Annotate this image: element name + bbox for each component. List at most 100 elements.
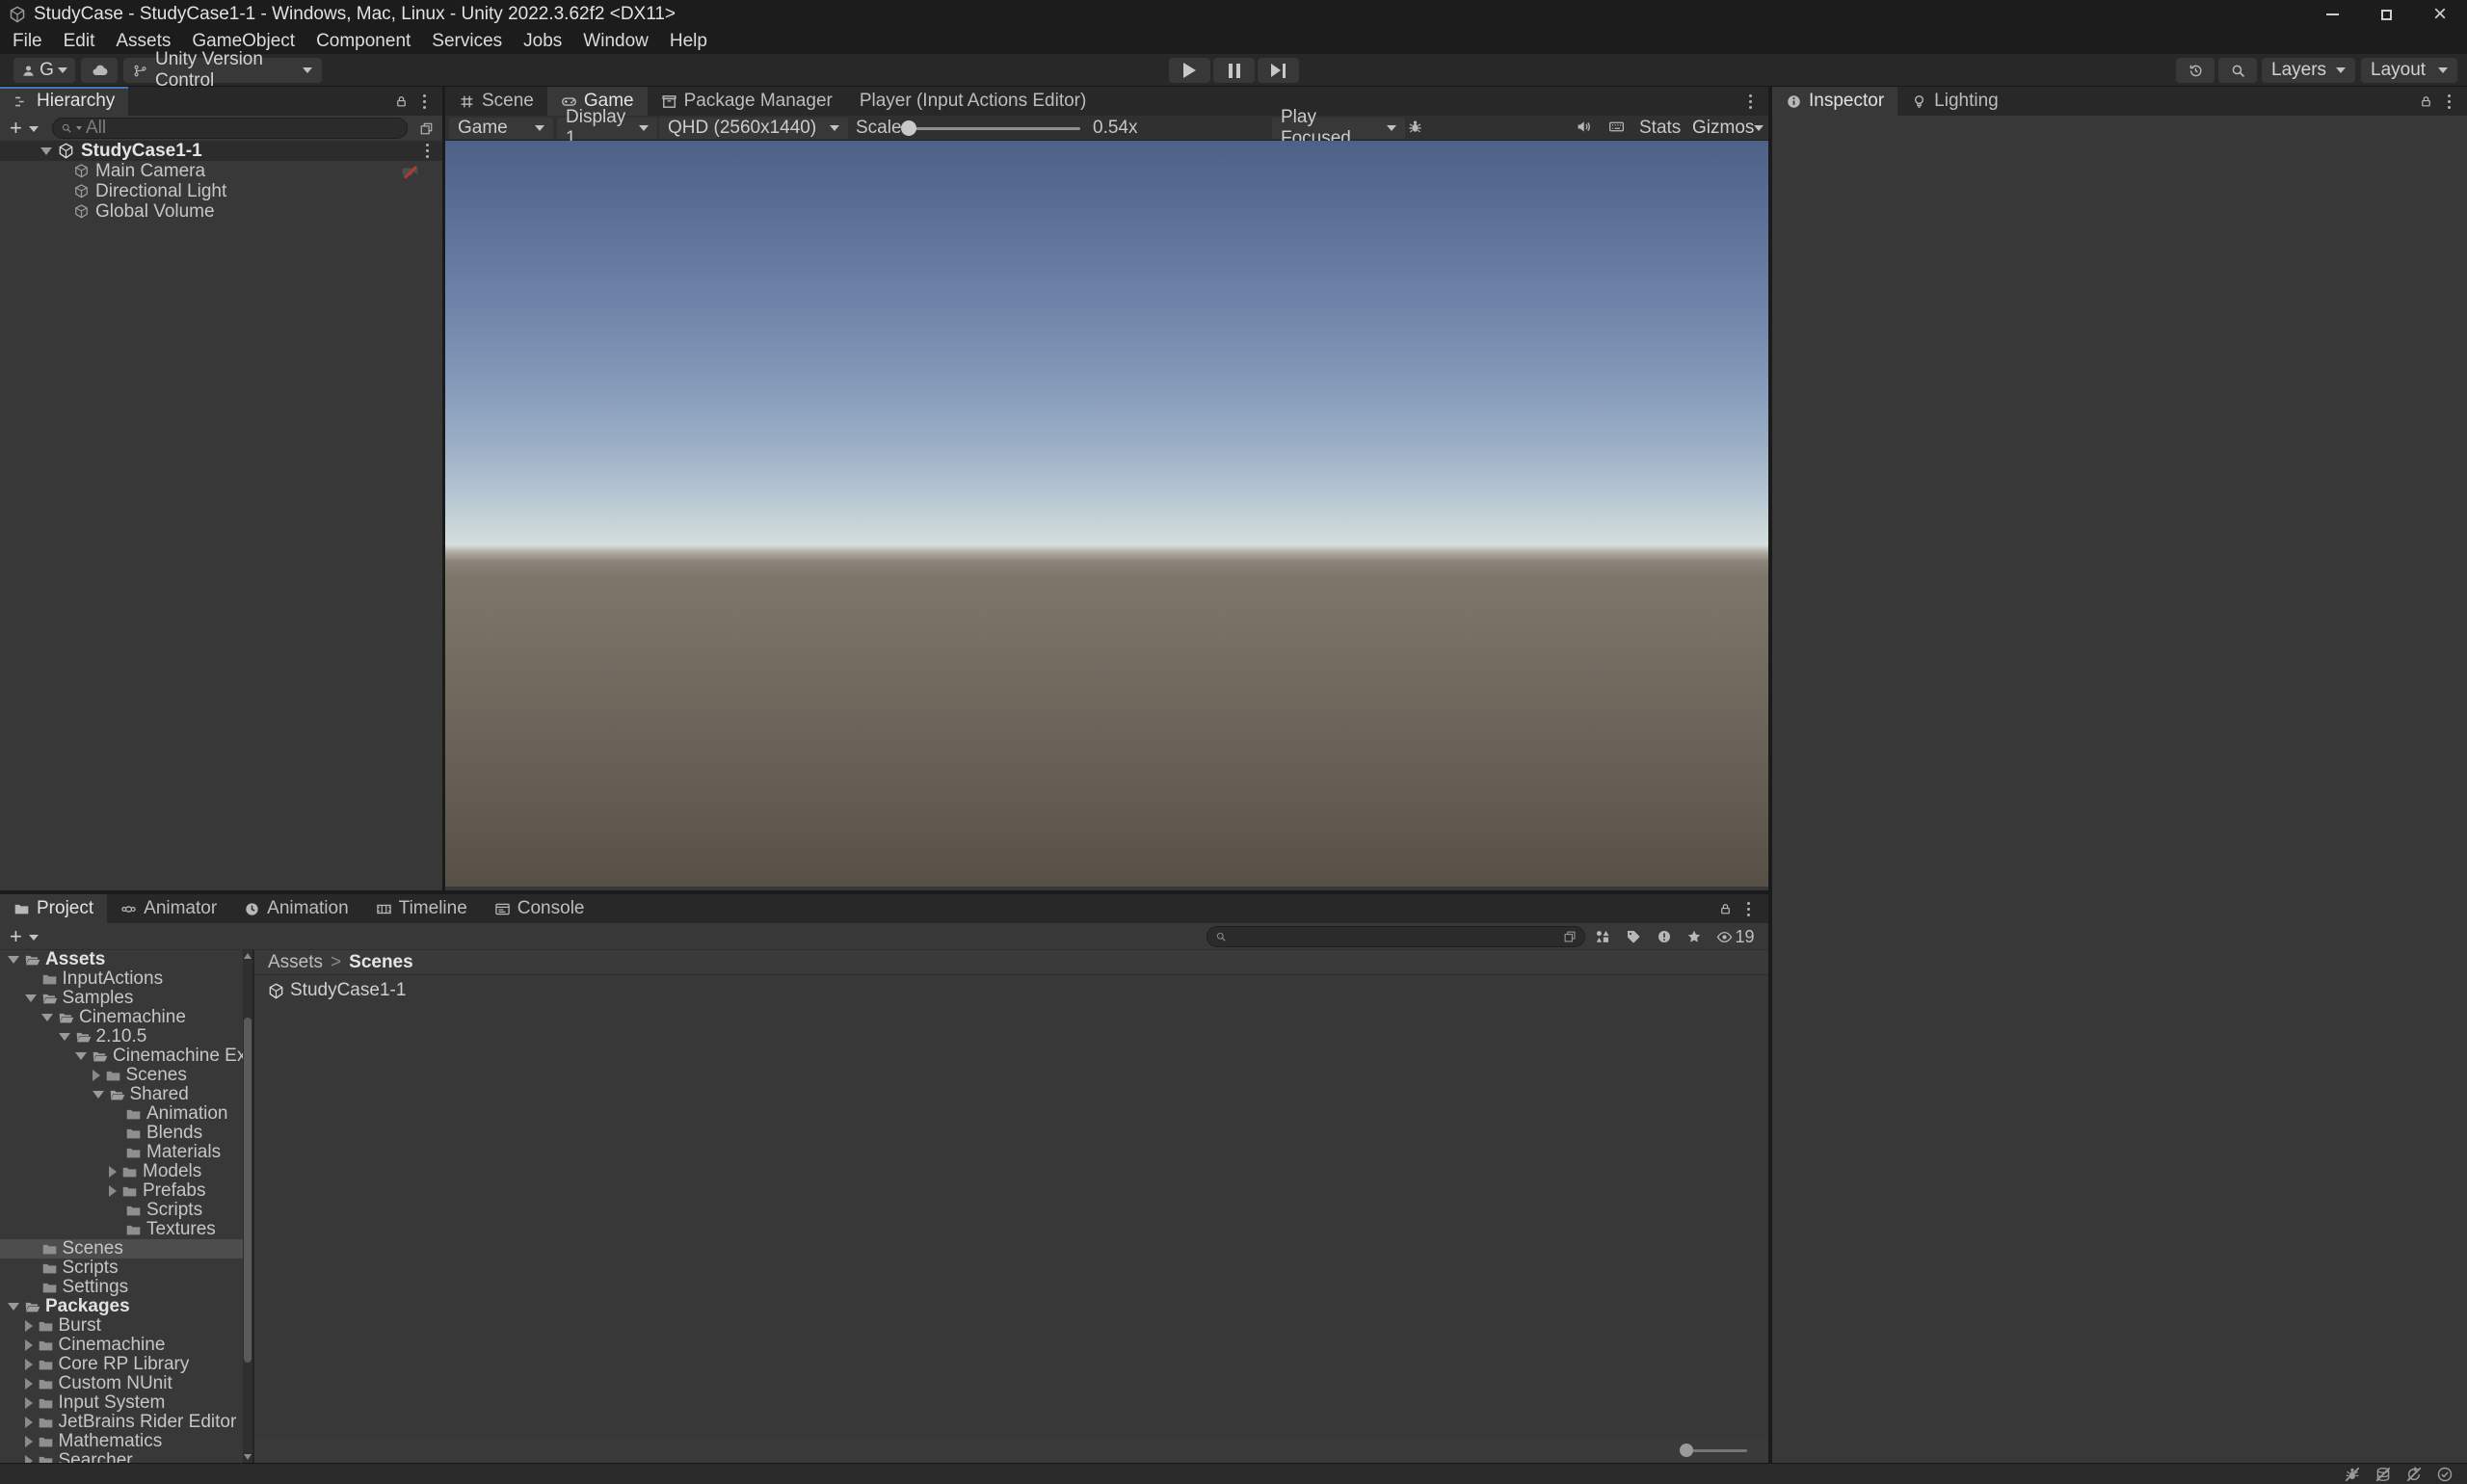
tree-item-scenes[interactable]: Scenes — [0, 1065, 244, 1085]
tree-item-materials[interactable]: Materials — [0, 1142, 244, 1162]
foldout-closed-icon[interactable] — [24, 1417, 33, 1428]
lock-icon[interactable] — [390, 93, 411, 110]
menu-help[interactable]: Help — [659, 29, 718, 54]
foldout-closed-icon[interactable] — [24, 1320, 33, 1332]
maximize-button[interactable] — [2359, 0, 2413, 29]
tree-item-shared[interactable]: Shared — [0, 1084, 244, 1104]
status-cache-server-off-icon[interactable] — [2374, 1466, 2392, 1483]
foldout-open-icon[interactable] — [58, 1033, 70, 1041]
foldout-closed-icon[interactable] — [109, 1185, 117, 1197]
tree-item-burst[interactable]: Burst — [0, 1315, 244, 1336]
status-progress-ok-icon[interactable] — [2436, 1466, 2454, 1483]
game-mode-dropdown[interactable]: Game — [449, 118, 553, 139]
kebab-menu-icon[interactable] — [426, 149, 429, 152]
status-auto-refresh-off-icon[interactable] — [2405, 1466, 2423, 1483]
chevron-down-icon[interactable] — [29, 935, 39, 941]
add-gameobject-button[interactable]: + — [10, 116, 22, 141]
chevron-down-icon[interactable] — [29, 126, 39, 132]
tab-animation[interactable]: Animation — [230, 894, 362, 923]
foldout-closed-icon[interactable] — [24, 1339, 33, 1351]
gameobject-row-directional-light[interactable]: Directional Light — [0, 181, 442, 201]
tree-item-blends[interactable]: Blends — [0, 1123, 244, 1143]
lock-icon[interactable] — [1714, 900, 1736, 917]
pause-button[interactable] — [1213, 58, 1255, 83]
tab-animator[interactable]: Animator — [107, 894, 230, 923]
resolution-dropdown[interactable]: QHD (2560x1440) — [659, 118, 848, 139]
tree-item-samples[interactable]: Samples — [0, 988, 244, 1008]
menu-file[interactable]: File — [2, 29, 53, 54]
tab-timeline[interactable]: Timeline — [362, 894, 481, 923]
foldout-closed-icon[interactable] — [24, 1359, 33, 1370]
search-filter-caret-icon[interactable] — [76, 126, 82, 130]
tree-item-jetbrains-rider-editor[interactable]: JetBrains Rider Editor — [0, 1412, 244, 1432]
tab-player-input-actions-editor[interactable]: Player (Input Actions Editor) — [846, 87, 1101, 116]
mute-audio-button[interactable] — [1576, 119, 1592, 141]
global-search-button[interactable] — [2218, 58, 2257, 83]
menu-services[interactable]: Services — [421, 29, 513, 54]
scene-row[interactable]: StudyCase1-1 — [0, 141, 442, 161]
scale-slider[interactable] — [901, 116, 1080, 141]
tab-hierarchy[interactable]: Hierarchy — [0, 87, 129, 116]
minimize-button[interactable] — [2305, 0, 2359, 29]
tree-item-core-rp-library[interactable]: Core RP Library — [0, 1354, 244, 1374]
zoom-slider-knob[interactable] — [1680, 1444, 1693, 1457]
tree-item-textures[interactable]: Textures — [0, 1219, 244, 1239]
tree-item-cinemachine[interactable]: Cinemachine — [0, 1007, 244, 1027]
hidden-packages-toggle[interactable]: 19 — [1714, 927, 1757, 946]
add-asset-button[interactable]: + — [10, 924, 22, 949]
display-dropdown[interactable]: Display 1 — [557, 107, 657, 148]
thumbnail-zoom-slider[interactable] — [1680, 1444, 1747, 1457]
hierarchy-search-field[interactable] — [52, 118, 408, 139]
tab-scene[interactable]: Scene — [445, 87, 547, 116]
menu-window[interactable]: Window — [572, 29, 659, 54]
tree-item-custom-nunit[interactable]: Custom NUnit — [0, 1373, 244, 1393]
stats-toggle[interactable]: Stats — [1639, 118, 1681, 139]
kebab-menu-icon[interactable] — [413, 93, 435, 110]
tree-item-scripts[interactable]: Scripts — [0, 1258, 244, 1278]
tab-console[interactable]: Console — [481, 894, 598, 923]
scrollbar-thumb[interactable] — [244, 1018, 252, 1363]
foldout-closed-icon[interactable] — [24, 1455, 33, 1463]
foldout-open-icon[interactable] — [40, 146, 52, 155]
breadcrumb-current[interactable]: Scenes — [349, 952, 413, 973]
search-by-type-button[interactable] — [1592, 928, 1613, 945]
menu-edit[interactable]: Edit — [53, 29, 106, 54]
tree-item-cinemachine[interactable]: Cinemachine — [0, 1335, 244, 1355]
tree-item-prefabs[interactable]: Prefabs — [0, 1180, 244, 1201]
play-button[interactable] — [1169, 58, 1210, 83]
tree-item-input-system[interactable]: Input System — [0, 1392, 244, 1413]
version-control-button[interactable]: Unity Version Control — [123, 49, 322, 91]
tree-item-models[interactable]: Models — [0, 1161, 244, 1181]
kebab-menu-icon[interactable] — [2438, 93, 2459, 110]
tree-item-settings[interactable]: Settings — [0, 1277, 244, 1297]
cloud-button[interactable] — [81, 58, 118, 83]
gameobject-row-main-camera[interactable]: Main Camera — [0, 161, 442, 181]
tab-inspector[interactable]: Inspector — [1772, 87, 1898, 116]
foldout-closed-icon[interactable] — [24, 1436, 33, 1447]
layers-dropdown[interactable]: Layers — [2262, 58, 2355, 83]
foldout-open-icon[interactable] — [92, 1091, 104, 1099]
tree-item-mathematics[interactable]: Mathematics — [0, 1431, 244, 1451]
gameobject-row-global-volume[interactable]: Global Volume — [0, 201, 442, 222]
vsync-button[interactable] — [1608, 119, 1625, 141]
foldout-closed-icon[interactable] — [24, 1378, 33, 1390]
tree-item-inputactions[interactable]: InputActions — [0, 968, 244, 989]
tree-item-assets[interactable]: Assets — [0, 950, 244, 969]
foldout-open-icon[interactable] — [75, 1052, 87, 1060]
tree-item-2-10-5[interactable]: 2.10.5 — [0, 1026, 244, 1047]
hierarchy-search-input[interactable] — [86, 118, 399, 139]
tree-item-searcher[interactable]: Searcher — [0, 1450, 244, 1463]
game-render-view[interactable] — [445, 141, 1768, 887]
tree-item-animation[interactable]: Animation — [0, 1103, 244, 1124]
tab-project[interactable]: Project — [0, 894, 108, 923]
play-focused-dropdown[interactable]: Play Focused — [1272, 107, 1405, 148]
lock-icon[interactable] — [2415, 93, 2436, 110]
foldout-open-icon[interactable] — [41, 1014, 53, 1021]
scroll-down-icon[interactable] — [244, 1454, 252, 1460]
foldout-closed-icon[interactable] — [109, 1166, 117, 1178]
status-debugger-off-icon[interactable] — [2344, 1466, 2361, 1483]
project-search-field[interactable] — [1207, 926, 1585, 947]
tree-item-cinemachine-exam[interactable]: Cinemachine Exam — [0, 1046, 244, 1066]
kebab-menu-icon[interactable] — [1739, 93, 1761, 110]
foldout-closed-icon[interactable] — [92, 1070, 100, 1081]
